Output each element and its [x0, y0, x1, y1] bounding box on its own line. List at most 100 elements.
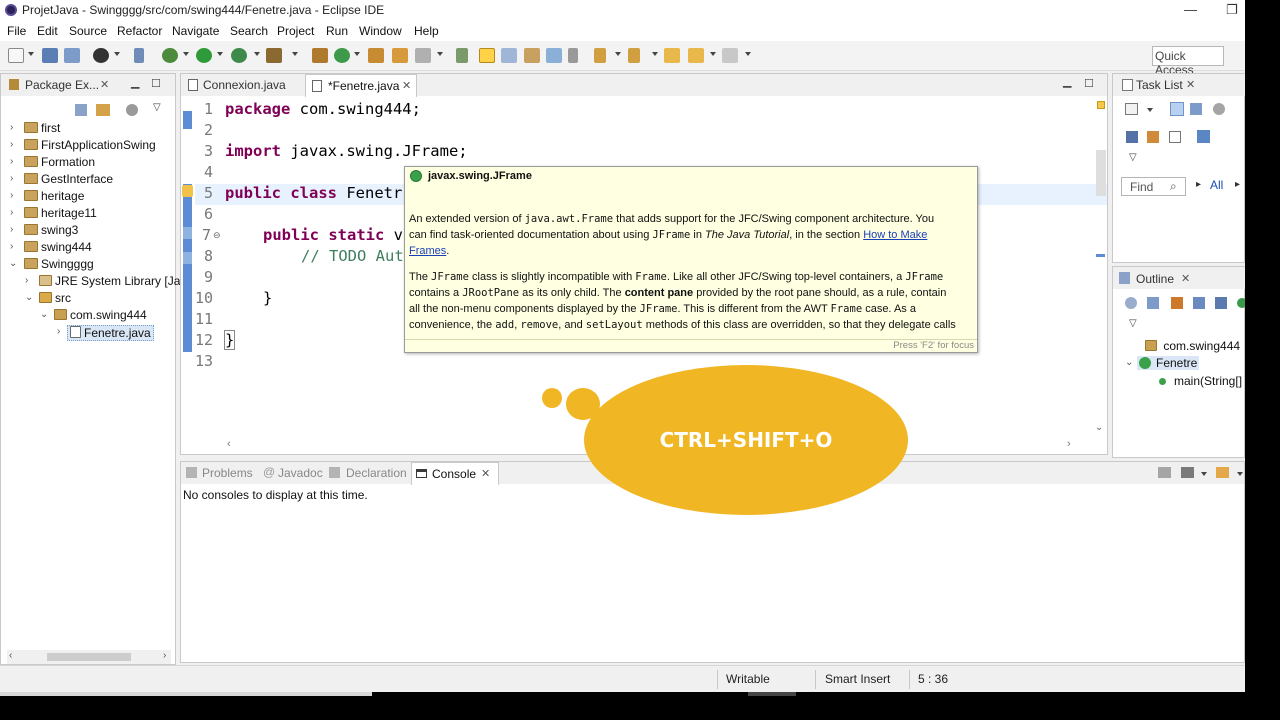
hide-static-icon[interactable]	[1171, 297, 1183, 309]
sync-icon[interactable]	[1147, 131, 1159, 143]
chevron-down-icon[interactable]	[710, 52, 716, 56]
chevron-down-icon[interactable]	[1201, 472, 1207, 476]
save-icon[interactable]	[42, 48, 58, 63]
code-line-8[interactable]: // TODO Aut	[301, 247, 404, 265]
tree-item-project[interactable]: swing3	[24, 223, 78, 237]
next-annotation-icon[interactable]	[594, 48, 606, 63]
vertical-scrollbar-thumb[interactable]	[1096, 150, 1106, 196]
javadoc-hover-popup[interactable]: javax.swing.JFrame An extended version o…	[404, 166, 978, 353]
chevron-down-icon[interactable]: ⌄	[40, 309, 48, 320]
terminal-icon[interactable]	[93, 48, 109, 63]
show-whitespace-icon[interactable]	[546, 48, 562, 63]
menu-run[interactable]: Run	[326, 24, 348, 38]
forward-icon[interactable]	[722, 48, 738, 63]
close-icon[interactable]: ✕	[402, 79, 411, 92]
tree-item-project[interactable]: swing444	[24, 240, 92, 254]
hide-fields-icon[interactable]	[1147, 297, 1159, 309]
visibility-icon[interactable]	[1237, 298, 1245, 308]
scroll-down-icon[interactable]: ⌄	[1095, 422, 1103, 433]
tree-item-package[interactable]: com.swing444	[54, 308, 147, 322]
chevron-right-icon[interactable]: ›	[10, 122, 13, 133]
chevron-down-icon[interactable]	[217, 52, 223, 56]
tab-task-list[interactable]: Task List	[1136, 78, 1183, 92]
close-icon[interactable]: ✕	[100, 78, 109, 91]
run-coverage-icon[interactable]	[231, 48, 247, 63]
chevron-down-icon[interactable]	[437, 52, 443, 56]
hide-nonpublic-icon[interactable]	[1193, 297, 1205, 309]
maximize-view-icon[interactable]: ☐	[1084, 77, 1094, 90]
tree-item-project[interactable]: Formation	[24, 155, 95, 169]
chevron-down-icon[interactable]	[745, 52, 751, 56]
chevron-down-icon[interactable]	[615, 52, 621, 56]
close-icon[interactable]: ✕	[1186, 78, 1195, 91]
tab-fenetre[interactable]: *Fenetre.java ✕	[305, 74, 417, 97]
tab-package-explorer[interactable]: Package Ex...	[25, 78, 99, 92]
back-icon[interactable]	[688, 48, 704, 63]
close-icon[interactable]: ✕	[1181, 272, 1190, 285]
tree-item-file-selected[interactable]: Fenetre.java	[67, 325, 154, 341]
chevron-down-icon[interactable]: ⌄	[9, 258, 17, 269]
menu-help[interactable]: Help	[414, 24, 439, 38]
tab-problems[interactable]: Problems	[202, 466, 253, 480]
chevron-down-icon[interactable]	[1237, 472, 1243, 476]
code-line-5[interactable]: public class Fenetr	[225, 184, 402, 202]
minimize-view-icon[interactable]: ▁	[1063, 75, 1071, 88]
tree-item-src[interactable]: src	[39, 291, 71, 305]
all-link[interactable]: All	[1210, 178, 1223, 192]
view-menu-icon[interactable]: ▽	[1129, 318, 1137, 329]
tab-declaration[interactable]: Declaration	[346, 466, 407, 480]
maximize-view-icon[interactable]: ☐	[151, 77, 161, 90]
word-wrap-icon[interactable]	[501, 48, 517, 63]
tree-item-project[interactable]: heritage	[24, 189, 84, 203]
minimize-view-icon[interactable]: ▁	[131, 76, 139, 89]
chevron-right-icon[interactable]: ›	[57, 326, 60, 337]
scroll-left-icon[interactable]: ‹	[227, 438, 231, 450]
new-package-icon[interactable]	[312, 48, 328, 63]
tab-outline[interactable]: Outline	[1136, 272, 1174, 286]
pilcrow-icon[interactable]	[568, 48, 578, 63]
scroll-left-icon[interactable]: ‹	[9, 650, 12, 661]
tree-item-project[interactable]: GestInterface	[24, 172, 113, 186]
outline-item-class[interactable]: Fenetre	[1137, 356, 1200, 370]
external-tools-icon[interactable]	[266, 48, 282, 63]
view-menu-icon[interactable]: ▽	[153, 102, 161, 113]
code-line-10[interactable]: }	[263, 289, 272, 307]
chevron-down-icon[interactable]	[28, 52, 34, 56]
scrollbar-thumb[interactable]	[47, 653, 131, 661]
chevron-right-icon[interactable]: ›	[10, 173, 13, 184]
chevron-down-icon[interactable]	[354, 52, 360, 56]
chevron-right-icon[interactable]: ›	[10, 224, 13, 235]
categorized-icon[interactable]	[1170, 102, 1184, 116]
outline-item-package[interactable]: com.swing444	[1145, 339, 1240, 353]
scroll-right-icon[interactable]: ›	[163, 650, 166, 661]
debug-icon[interactable]	[162, 48, 178, 63]
code-line-3[interactable]: import javax.swing.JFrame;	[225, 142, 468, 160]
chevron-down-icon[interactable]	[114, 52, 120, 56]
chevron-down-icon[interactable]: ⌄	[25, 292, 33, 303]
link-editor-icon[interactable]	[96, 104, 110, 116]
menu-navigate[interactable]: Navigate	[172, 24, 219, 38]
chevron-down-icon[interactable]	[652, 52, 658, 56]
fold-icon[interactable]: ⊖	[213, 230, 221, 241]
chevron-down-icon[interactable]	[183, 52, 189, 56]
tree-item-project[interactable]: FirstApplicationSwing	[24, 138, 156, 152]
filter-icon[interactable]	[1213, 103, 1225, 115]
code-line-7[interactable]: public static v	[263, 226, 403, 244]
chevron-right-icon[interactable]: ▸	[1196, 179, 1201, 190]
new-icon[interactable]	[8, 48, 24, 63]
tree-item-project[interactable]: first	[24, 121, 60, 135]
run-icon[interactable]	[196, 48, 212, 63]
tree-item-jre[interactable]: JRE System Library [Jav	[39, 274, 186, 288]
code-line-1[interactable]: package com.swing444;	[225, 100, 421, 118]
search-icon[interactable]	[415, 48, 431, 63]
display-console-icon[interactable]	[1158, 467, 1171, 478]
tab-javadoc[interactable]: Javadoc	[278, 466, 323, 480]
warning-overview-icon[interactable]	[1097, 101, 1105, 109]
menu-project[interactable]: Project	[277, 24, 314, 38]
tab-console[interactable]: Console ✕	[411, 462, 499, 485]
last-edit-icon[interactable]	[664, 48, 680, 63]
block-selection-icon[interactable]	[524, 48, 540, 63]
frames-link[interactable]: Frames	[409, 245, 446, 257]
restore-button[interactable]: ❐	[1226, 2, 1238, 18]
outline-item-method[interactable]: main(String[]	[1159, 374, 1242, 388]
